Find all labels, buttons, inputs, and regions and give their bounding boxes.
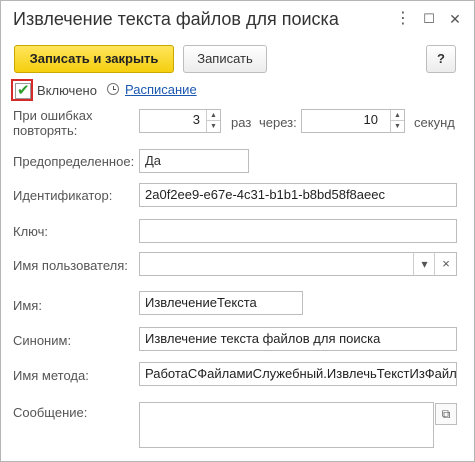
user-name-label: Имя пользователя: (13, 258, 128, 273)
identifier-label: Идентификатор: (13, 188, 113, 203)
message-label: Сообщение: (13, 405, 88, 420)
enabled-label: Включено (37, 83, 97, 98)
identifier-field[interactable]: 2a0f2ee9-e67e-4c31-b1b1-b8bd58f8aeec (139, 183, 457, 207)
clock-icon (107, 83, 119, 95)
enabled-checkbox[interactable]: ✔ (15, 82, 31, 99)
seconds-label: секунд (414, 115, 455, 130)
name-label: Имя: (13, 298, 42, 313)
times-label: раз (231, 115, 252, 130)
dialog-window: Извлечение текста файлов для поиска ⋮ ☐ … (0, 0, 475, 462)
synonym-field[interactable]: Извлечение текста файлов для поиска (139, 327, 457, 351)
retry-count-up[interactable]: ▲ (206, 110, 220, 121)
retry-label-line1: При ошибках (13, 108, 93, 123)
enabled-checkbox-highlight[interactable]: ✔ (11, 79, 33, 101)
schedule-link[interactable]: Расписание (125, 82, 197, 97)
more-actions-icon[interactable]: ⋮ (393, 9, 413, 29)
key-label: Ключ: (13, 224, 49, 239)
synonym-label: Синоним: (13, 333, 72, 348)
name-field[interactable]: ИзвлечениеТекста (139, 291, 303, 315)
method-name-field[interactable]: РаботаСФайламиСлужебный.ИзвлечьТекстИзФа… (139, 362, 457, 386)
method-name-label: Имя метода: (13, 368, 89, 383)
predefined-label: Предопределенное: (13, 154, 135, 169)
key-field[interactable] (139, 219, 457, 243)
predefined-value: Да (139, 149, 249, 173)
save-and-close-button[interactable]: Записать и закрыть (14, 45, 174, 73)
window-title: Извлечение текста файлов для поиска (13, 9, 339, 29)
close-icon[interactable]: ✕ (445, 9, 465, 29)
open-message-icon[interactable]: ⧉ (435, 403, 457, 425)
retry-interval-up[interactable]: ▲ (390, 110, 404, 121)
user-name-field[interactable] (139, 252, 457, 276)
save-button[interactable]: Записать (183, 45, 267, 73)
help-button[interactable]: ? (426, 45, 456, 73)
message-field[interactable] (139, 402, 434, 448)
retry-label-line2: повторять: (13, 123, 78, 138)
maximize-icon[interactable]: ☐ (419, 9, 439, 29)
retry-interval-down[interactable]: ▼ (390, 121, 404, 132)
clear-icon[interactable]: × (434, 253, 457, 275)
retry-count-down[interactable]: ▼ (206, 121, 220, 132)
checkmark-icon: ✔ (17, 82, 30, 99)
through-label: через: (259, 115, 297, 130)
title-bar: Извлечение текста файлов для поиска ⋮ ☐ … (1, 1, 474, 37)
dropdown-icon[interactable]: ▾ (413, 253, 435, 275)
